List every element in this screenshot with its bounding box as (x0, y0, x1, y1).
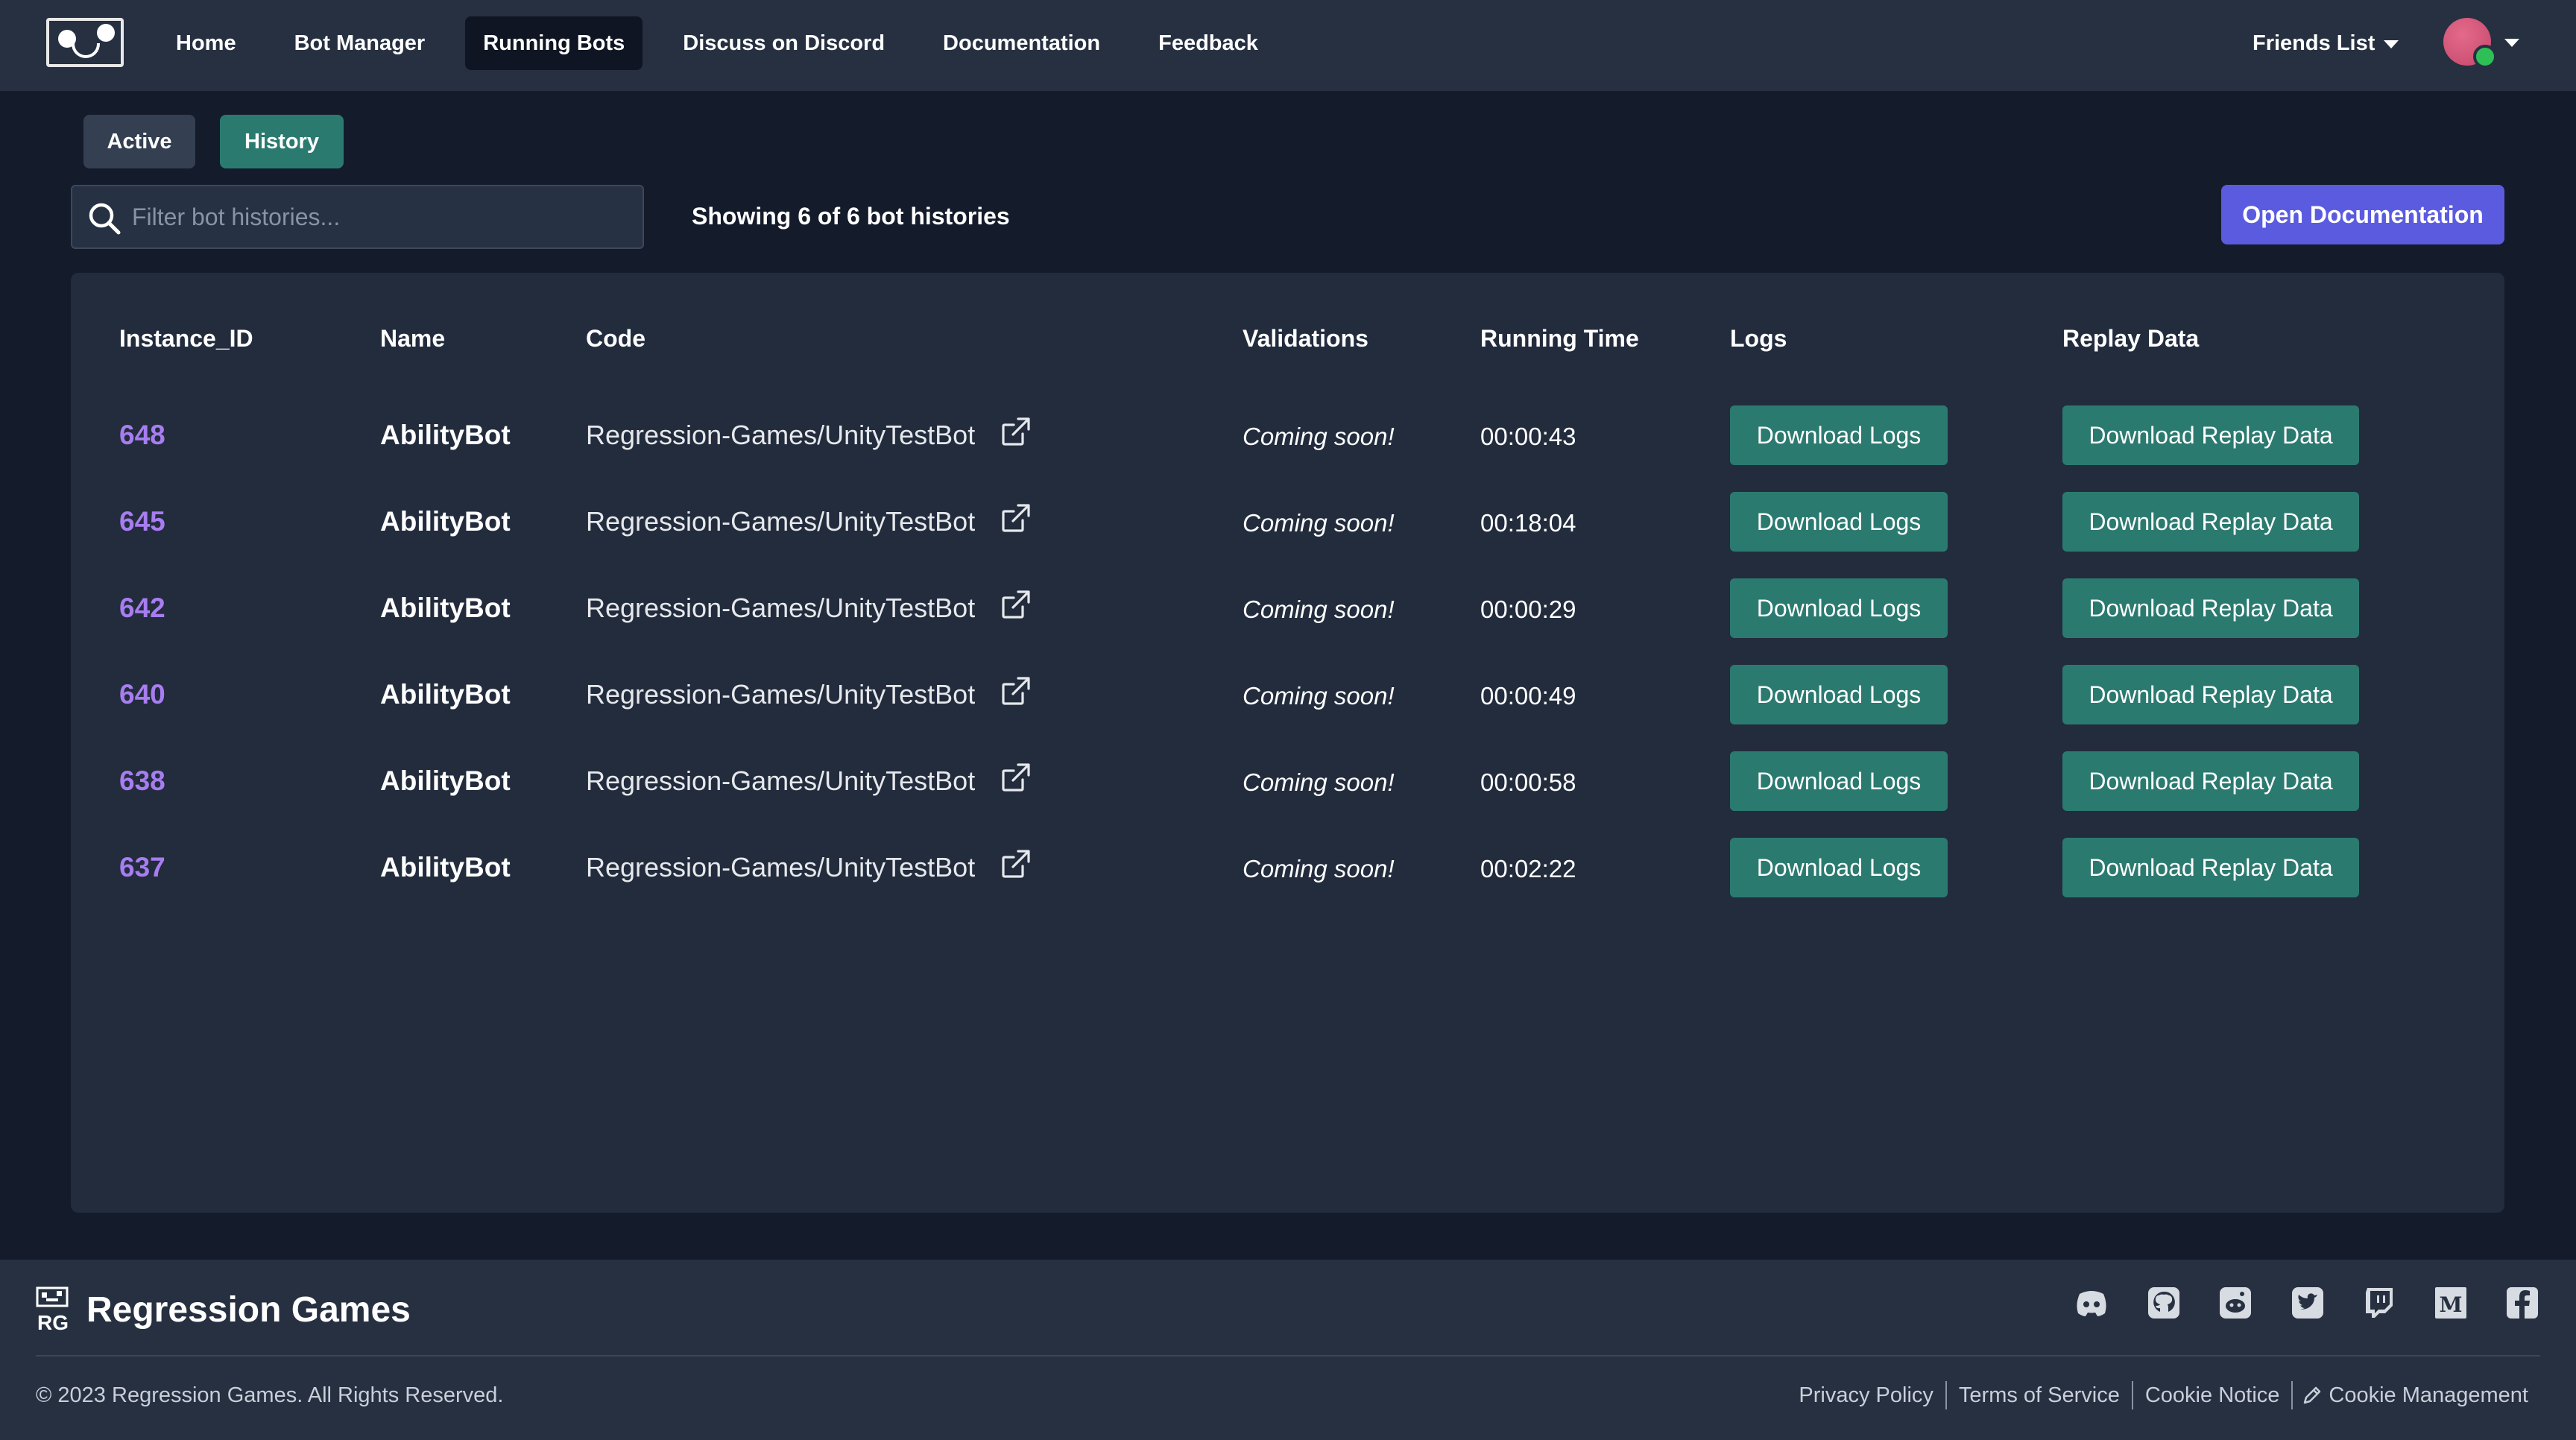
validations-status: Coming soon! (1243, 768, 1395, 796)
filter-bot-histories-input[interactable] (132, 186, 624, 247)
header-replay-data: Replay Data (2062, 325, 2200, 352)
privacy-policy-link[interactable]: Privacy Policy (1787, 1380, 1945, 1410)
open-documentation-button[interactable]: Open Documentation (2221, 185, 2504, 244)
bot-name: AbilityBot (380, 679, 511, 710)
nav-documentation[interactable]: Documentation (925, 16, 1118, 70)
nav-home[interactable]: Home (158, 16, 254, 70)
download-replay-data-button[interactable]: Download Replay Data (2062, 405, 2359, 465)
twitter-icon[interactable] (2290, 1285, 2326, 1321)
header-running-time: Running Time (1480, 325, 1639, 352)
top-navbar: Home Bot Manager Running Bots Discuss on… (0, 0, 2576, 91)
download-logs-button[interactable]: Download Logs (1730, 665, 1948, 724)
friends-list-dropdown[interactable]: Friends List (2253, 16, 2399, 70)
main-nav: Home Bot Manager Running Bots Discuss on… (158, 16, 1298, 70)
bot-name: AbilityBot (380, 852, 511, 882)
download-logs-button[interactable]: Download Logs (1730, 751, 1948, 811)
header-name: Name (380, 325, 446, 352)
instance-id[interactable]: 648 (119, 419, 165, 452)
discord-icon[interactable] (2074, 1285, 2109, 1321)
search-icon (89, 203, 121, 235)
instance-id[interactable]: 637 (119, 851, 165, 884)
footer-divider (36, 1355, 2540, 1357)
header-code: Code (586, 325, 645, 352)
rg-logo-icon: RG (36, 1286, 69, 1331)
svg-text:M: M (2440, 1292, 2463, 1317)
running-time: 00:00:29 (1480, 596, 1576, 623)
nav-feedback[interactable]: Feedback (1140, 16, 1276, 70)
tab-active[interactable]: Active (83, 115, 195, 168)
code-repo: Regression-Games/UnityTestBot (586, 420, 976, 450)
validations-status: Coming soon! (1243, 509, 1395, 537)
copyright-text: © 2023 Regression Games. All Rights Rese… (36, 1383, 504, 1407)
code-repo: Regression-Games/UnityTestBot (586, 765, 976, 796)
chevron-down-icon (2384, 40, 2399, 48)
bot-name: AbilityBot (380, 593, 511, 623)
download-logs-button[interactable]: Download Logs (1730, 492, 1948, 552)
twitch-icon[interactable] (2361, 1285, 2397, 1321)
validations-status: Coming soon! (1243, 596, 1395, 623)
instance-id[interactable]: 645 (119, 505, 165, 538)
validations-status: Coming soon! (1243, 855, 1395, 882)
regression-games-logo[interactable] (46, 18, 124, 67)
external-link-icon[interactable] (1000, 675, 1032, 707)
online-status-icon (2473, 45, 2497, 69)
code-repo: Regression-Games/UnityTestBot (586, 506, 976, 537)
download-replay-data-button[interactable]: Download Replay Data (2062, 578, 2359, 638)
download-replay-data-button[interactable]: Download Replay Data (2062, 751, 2359, 811)
external-link-icon[interactable] (1000, 502, 1032, 534)
cookie-notice-link[interactable]: Cookie Notice (2133, 1380, 2292, 1410)
nav-running-bots[interactable]: Running Bots (465, 16, 643, 70)
nav-bot-manager[interactable]: Bot Manager (277, 16, 443, 70)
tab-history[interactable]: History (220, 115, 344, 168)
filter-box (71, 185, 644, 249)
nav-discuss-on-discord[interactable]: Discuss on Discord (665, 16, 903, 70)
logo-mouth (72, 43, 100, 58)
download-logs-button[interactable]: Download Logs (1730, 838, 1948, 897)
code-repo: Regression-Games/UnityTestBot (586, 852, 976, 882)
instance-id[interactable]: 638 (119, 765, 165, 798)
github-icon[interactable] (2146, 1285, 2182, 1321)
code-repo: Regression-Games/UnityTestBot (586, 679, 976, 710)
validations-status: Coming soon! (1243, 682, 1395, 710)
divider (2291, 1381, 2294, 1409)
download-replay-data-button[interactable]: Download Replay Data (2062, 665, 2359, 724)
header-logs: Logs (1730, 325, 1787, 352)
instance-id[interactable]: 642 (119, 592, 165, 625)
running-time: 00:02:22 (1480, 855, 1576, 882)
running-time: 00:00:58 (1480, 768, 1576, 796)
external-link-icon[interactable] (1000, 762, 1032, 793)
cookie-management-link[interactable]: Cookie Management (2317, 1380, 2540, 1410)
download-replay-data-button[interactable]: Download Replay Data (2062, 838, 2359, 897)
header-instance-id: Instance_ID (119, 325, 253, 352)
download-logs-button[interactable]: Download Logs (1730, 405, 1948, 465)
running-time: 00:00:49 (1480, 682, 1576, 710)
bot-name: AbilityBot (380, 506, 511, 537)
friends-list-label: Friends List (2253, 31, 2375, 55)
header-validations: Validations (1243, 325, 1368, 352)
validations-status: Coming soon! (1243, 423, 1395, 450)
external-link-icon[interactable] (1000, 848, 1032, 880)
logo-eye-right (97, 24, 115, 42)
code-repo: Regression-Games/UnityTestBot (586, 593, 976, 623)
footer-links: Privacy Policy Terms of Service Cookie N… (1787, 1380, 2540, 1410)
reddit-icon[interactable] (2217, 1285, 2253, 1321)
footer-brand: Regression Games (86, 1290, 411, 1330)
results-count: Showing 6 of 6 bot histories (692, 203, 1010, 230)
external-link-icon[interactable] (1000, 589, 1032, 620)
running-time: 00:00:43 (1480, 423, 1576, 450)
download-logs-button[interactable]: Download Logs (1730, 578, 1948, 638)
user-menu[interactable] (2443, 16, 2525, 70)
bot-name: AbilityBot (380, 765, 511, 796)
external-link-icon[interactable] (1000, 416, 1032, 447)
chevron-down-icon (2504, 39, 2519, 47)
terms-of-service-link[interactable]: Terms of Service (1947, 1380, 2132, 1410)
footer: RG Regression Games M © 2023 Regression … (0, 1260, 2576, 1440)
instance-id[interactable]: 640 (119, 678, 165, 711)
download-replay-data-button[interactable]: Download Replay Data (2062, 492, 2359, 552)
bot-name: AbilityBot (380, 420, 511, 450)
medium-icon[interactable]: M (2433, 1285, 2469, 1321)
running-time: 00:18:04 (1480, 509, 1576, 537)
facebook-icon[interactable] (2504, 1285, 2540, 1321)
svg-text:RG: RG (37, 1311, 69, 1331)
